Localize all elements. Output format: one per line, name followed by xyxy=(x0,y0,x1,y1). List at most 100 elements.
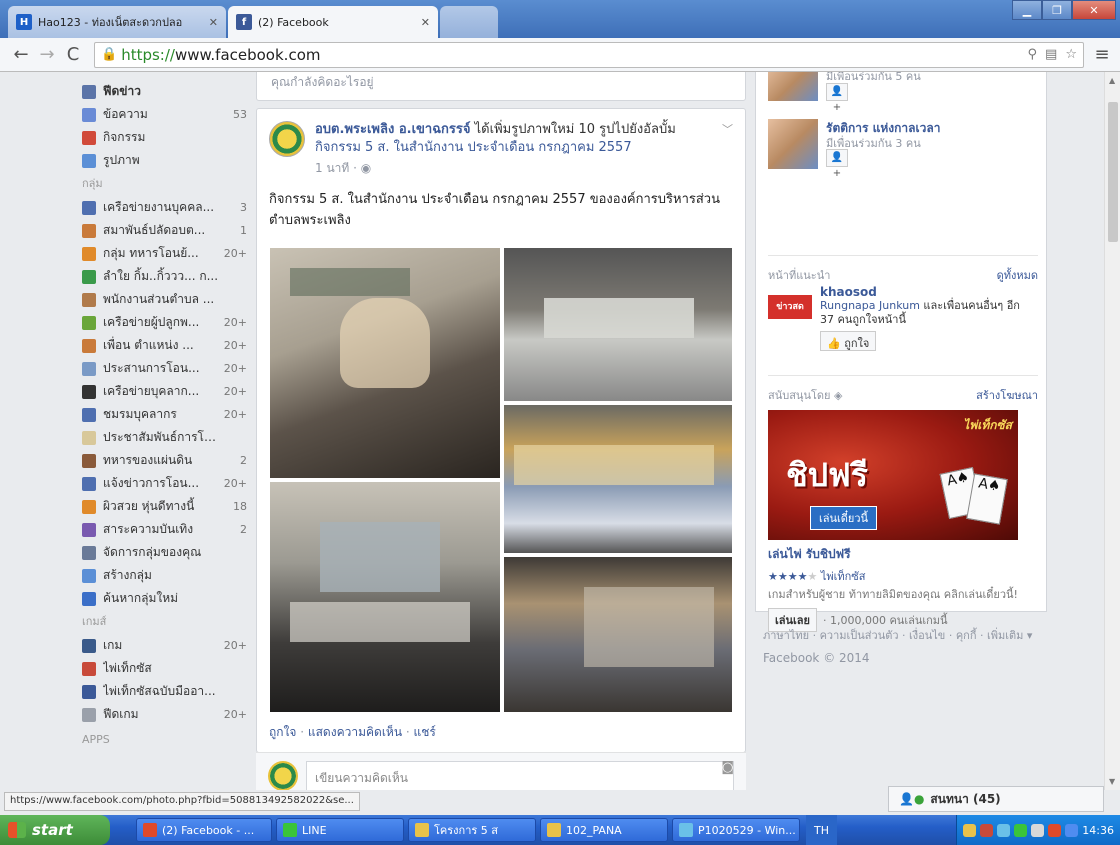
tab-facebook[interactable]: f (2) Facebook ✕ xyxy=(228,6,438,38)
tab-hao123[interactable]: H Hao123 - ท่องเน็ตสะดวกปลอ ✕ xyxy=(8,6,226,38)
sidebar-item[interactable]: ทหารของแผ่นดิน 2 xyxy=(82,449,247,472)
sidebar-item[interactable]: ฟีดเกม 20+ xyxy=(82,703,247,726)
find-groups-icon xyxy=(82,591,96,606)
comment-input[interactable]: เขียนความคิดเห็น xyxy=(306,761,734,790)
sidebar-item[interactable]: ฟีดข่าว xyxy=(82,80,247,103)
sidebar-item[interactable]: สมาพันธ์ปลัดอบต... 1 xyxy=(82,219,247,242)
sidebar-item-label: กลุ่ม ทหารโอนย้... xyxy=(103,246,199,260)
maximize-icon[interactable]: ❐ xyxy=(1042,0,1072,20)
taskbar-item[interactable]: LINE xyxy=(276,818,404,842)
close-icon[interactable]: ✕ xyxy=(421,16,430,29)
reload-icon[interactable]: C xyxy=(60,44,86,65)
add-friend-button[interactable]: 👤+ xyxy=(826,149,848,179)
tab-title: (2) Facebook xyxy=(258,15,329,29)
scrollbar-thumb[interactable] xyxy=(1108,102,1118,242)
menu-icon[interactable]: ≡ xyxy=(1092,44,1112,65)
page-social-context: Rungnapa Junkum และเพื่อนคนอื่นๆ อีก 37 … xyxy=(820,299,1020,326)
sidebar-item[interactable]: ชมรมบุคลากร 20+ xyxy=(82,403,247,426)
start-button[interactable]: start xyxy=(0,815,110,845)
address-bar[interactable]: 🔒 https:// www.facebook.com ⚲ ▤ ☆ xyxy=(94,41,1084,68)
tray-app-icon[interactable] xyxy=(1031,823,1045,837)
camera-icon[interactable]: ◙ xyxy=(721,760,734,775)
sidebar-item[interactable]: ไพ่เท็กซัสฉบับมืออา... xyxy=(82,680,247,703)
back-icon[interactable]: ← xyxy=(8,44,34,65)
sidebar-item[interactable]: ประชาสัมพันธ์การโอ... xyxy=(82,426,247,449)
page-avatar[interactable] xyxy=(269,121,305,157)
sidebar-item[interactable]: รูปภาพ xyxy=(82,149,247,172)
comment-link[interactable]: แสดงความคิดเห็น xyxy=(308,725,402,739)
sidebar-item[interactable]: เครือข่ายบุคลาก... 20+ xyxy=(82,380,247,403)
sidebar-item[interactable]: ผิวสวย หุ่นดีทางนี้ 18 xyxy=(82,495,247,518)
sidebar-item[interactable]: ข้อความ 53 xyxy=(82,103,247,126)
sidebar-item-count: 20+ xyxy=(223,339,247,352)
update-icon[interactable] xyxy=(1065,823,1079,837)
taskbar-item[interactable]: (2) Facebook - ... xyxy=(136,818,272,842)
sidebar-item[interactable]: เพื่อน ตำแหน่ง ... 20+ xyxy=(82,334,247,357)
post-photo[interactable] xyxy=(503,404,733,554)
post-timestamp[interactable]: 1 นาที · ◉ xyxy=(315,159,371,178)
language-indicator[interactable]: TH xyxy=(806,815,837,845)
friend-photo[interactable] xyxy=(768,119,818,169)
translate-icon[interactable]: ▤ xyxy=(1045,47,1057,62)
sidebar-item[interactable]: เกม 20+ xyxy=(82,634,247,657)
sidebar-item[interactable]: สร้างกลุ่ม xyxy=(82,564,247,587)
create-ad-link[interactable]: สร้างโฆษณา xyxy=(976,386,1038,402)
page-scrollbar[interactable]: ▲ ▼ xyxy=(1104,72,1120,790)
taskbar-item[interactable]: P1020529 - Win... xyxy=(672,818,800,842)
sidebar-item[interactable]: จัดการกลุ่มของคุณ xyxy=(82,541,247,564)
sidebar-item[interactable]: เครือข่ายงานบุคคล... 3 xyxy=(82,196,247,219)
album-link[interactable]: กิจกรรม 5 ส. ในสำนักงาน ประจำเดือน กรกฎา… xyxy=(315,140,632,155)
shield-icon[interactable] xyxy=(1048,823,1062,837)
sidebar-item[interactable]: แจ้งข่าวการโอน... 20+ xyxy=(82,472,247,495)
antivirus-icon[interactable] xyxy=(980,823,994,837)
post-author-link[interactable]: อบต.พระเพลิง อ.เขาฉกรรจ์ xyxy=(315,122,471,137)
sidebar-item[interactable]: กิจกรรม xyxy=(82,126,247,149)
sponsored-heading: สนับสนุนโดย ◈ xyxy=(768,389,843,402)
forward-icon[interactable]: → xyxy=(34,44,60,65)
add-friend-button[interactable]: 👤+ xyxy=(826,83,848,113)
zoom-icon[interactable]: ⚲ xyxy=(1028,47,1038,62)
chat-sidebar-button[interactable]: 👤● สนทนา (45) xyxy=(888,786,1104,812)
see-all-link[interactable]: ดูทั้งหมด xyxy=(997,266,1038,282)
sidebar-item[interactable]: ไพ่เท็กซัส xyxy=(82,657,247,680)
groups-heading: กลุ่ม xyxy=(82,177,103,190)
new-tab-button[interactable] xyxy=(440,6,498,38)
taskbar-item[interactable]: 102_PANA xyxy=(540,818,668,842)
like-page-button[interactable]: 👍 ถูกใจ xyxy=(820,331,877,351)
page-suggestion: ข่าวสด khaosod Rungnapa Junkum และเพื่อน… xyxy=(768,285,1038,355)
footer-links[interactable]: ภาษาไทย · ความเป็นส่วนตัว · เงื่อนไข · ค… xyxy=(763,627,1043,644)
sidebar-item[interactable]: ลำใย กิ้ม..กิ้ววว... ก... xyxy=(82,265,247,288)
like-link[interactable]: ถูกใจ xyxy=(269,725,296,739)
post-photo[interactable] xyxy=(269,481,501,713)
scroll-up-icon[interactable]: ▲ xyxy=(1109,76,1115,85)
close-icon[interactable]: ✕ xyxy=(209,16,218,29)
ad-image[interactable]: ไพ่เท็กซัส ชิปฟรี เล่นเดี๋ยวนี้ A♠ A♠ xyxy=(768,410,1018,540)
sidebar-item[interactable]: เครือข่ายผู้ปลูกพ... 20+ xyxy=(82,311,247,334)
status-composer[interactable]: คุณกำลังคิดอะไรอยู่ xyxy=(256,72,746,101)
sidebar-item[interactable]: กลุ่ม ทหารโอนย้... 20+ xyxy=(82,242,247,265)
friend-photo[interactable] xyxy=(768,72,818,101)
scroll-down-icon[interactable]: ▼ xyxy=(1109,777,1115,786)
page-logo[interactable]: ข่าวสด xyxy=(768,295,812,319)
group-icon xyxy=(82,223,96,238)
share-link[interactable]: แชร์ xyxy=(414,725,436,739)
sidebar-item-label: เกม xyxy=(103,638,123,652)
post-photo[interactable] xyxy=(269,247,501,479)
sidebar-item[interactable]: สาระความบันเทิง 2 xyxy=(82,518,247,541)
network-icon[interactable] xyxy=(963,823,977,837)
bookmark-star-icon[interactable]: ☆ xyxy=(1065,47,1077,62)
post-photo[interactable] xyxy=(503,556,733,713)
sidebar-item[interactable]: ประสานการโอน... 20+ xyxy=(82,357,247,380)
close-window-icon[interactable]: ✕ xyxy=(1072,0,1116,20)
ad-title[interactable]: เล่นไพ่ รับชิปฟรี xyxy=(768,545,1038,564)
post-options-chevron-icon[interactable]: ﹀ xyxy=(722,121,733,137)
sidebar-item[interactable]: พนักงานส่วนตำบล ... xyxy=(82,288,247,311)
minimize-icon[interactable]: ▁ xyxy=(1012,0,1042,20)
volume-icon[interactable] xyxy=(997,823,1011,837)
taskbar-item[interactable]: โครงการ 5 ส xyxy=(408,818,536,842)
sidebar-item[interactable]: ค้นหากลุ่มใหม่ xyxy=(82,587,247,610)
post-photo[interactable] xyxy=(503,247,733,402)
tray-app-icon[interactable] xyxy=(1014,823,1028,837)
page-name[interactable]: khaosod xyxy=(820,285,877,299)
page-footer: ภาษาไทย · ความเป็นส่วนตัว · เงื่อนไข · ค… xyxy=(763,627,1043,667)
